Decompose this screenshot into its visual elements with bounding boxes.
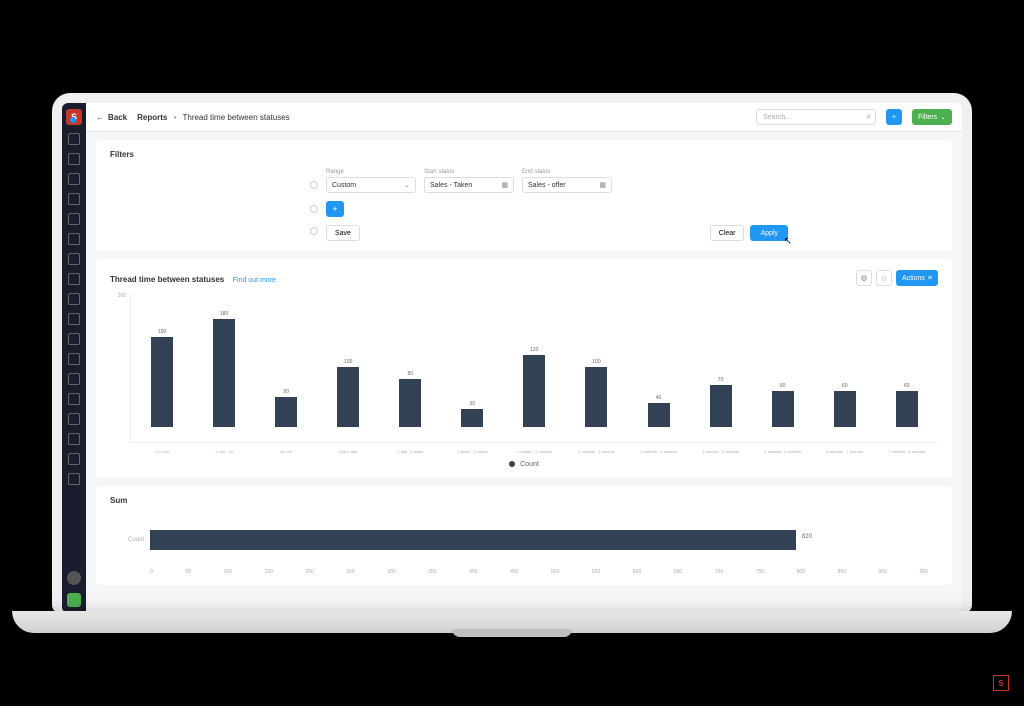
filters-panel: Filters Range Custom⌄ Start status [96, 140, 952, 251]
nav-icon-1[interactable] [68, 133, 80, 145]
sum-bar-track: 820 [150, 530, 938, 550]
nav-icon-18[interactable] [68, 473, 80, 485]
sum-bar [150, 530, 796, 550]
chevron-down-icon: ⌄ [404, 181, 410, 189]
bar-item: 607 months - 8 months [881, 383, 933, 427]
bar-item: 606 months - 7 months [818, 383, 870, 427]
arrow-left-icon: ← [96, 113, 104, 122]
y-axis: 200 [110, 293, 130, 443]
chevron-down-icon: ⌄ [940, 113, 946, 121]
search-icon: ⌕ [867, 112, 871, 122]
nav-icon-14[interactable] [68, 393, 80, 405]
bar-item: 704 months - 5 months [694, 377, 746, 427]
legend-label: Count [520, 461, 539, 468]
range-select[interactable]: Custom⌄ [326, 177, 416, 193]
sum-title: Sum [110, 496, 938, 505]
brand-logo-icon: S [993, 675, 1009, 691]
bar-item: 605 months - 6 months [756, 383, 808, 427]
filters-button[interactable]: Filters ⌄ [912, 109, 952, 125]
bar-item: 1201 month - 2 months [508, 347, 560, 427]
nav-icon-7[interactable] [68, 253, 80, 265]
menu-icon: ≡ [928, 275, 932, 282]
nav-icon-6[interactable] [68, 233, 80, 245]
end-status-label: End status [522, 169, 612, 175]
nav-icon-15[interactable] [68, 413, 80, 425]
chart-title: Thread time between statuses [110, 275, 224, 284]
back-button[interactable]: ← Back [96, 113, 127, 122]
add-filter-button[interactable]: + [326, 201, 344, 217]
user-avatar[interactable] [67, 571, 81, 585]
nav-icon-8[interactable] [68, 273, 80, 285]
legend-dot [509, 461, 515, 467]
sum-value: 820 [802, 534, 812, 540]
actions-button[interactable]: Actions≡ [896, 270, 938, 286]
bar-item: 1801 min - 1h [198, 311, 250, 427]
topbar: ← Back Reports • Thread time between sta… [86, 103, 962, 132]
nav-icon-2[interactable] [68, 153, 80, 165]
breadcrumb-current: Thread time between statuses [182, 113, 289, 122]
main-content: ← Back Reports • Thread time between sta… [86, 103, 962, 613]
filters-title: Filters [110, 150, 938, 159]
nav-icon-5[interactable] [68, 213, 80, 225]
help-icon[interactable] [67, 593, 81, 607]
nav-icon-11[interactable] [68, 333, 80, 345]
start-status-select[interactable]: Sales - Taken▦ [424, 177, 514, 193]
apply-button[interactable]: Apply ↖ [750, 225, 788, 241]
nav-icon-13[interactable] [68, 373, 80, 385]
sidebar: S [62, 103, 86, 613]
bar-item: 1500-1 min [136, 329, 188, 427]
settings-icon[interactable]: ⚙ [856, 270, 872, 286]
nav-icon-12[interactable] [68, 353, 80, 365]
laptop-notch [452, 629, 572, 637]
notification-dot [70, 117, 76, 123]
sum-panel: Sum Count 820 05010015020025030035040045… [96, 486, 952, 585]
clear-button[interactable]: Clear [710, 225, 745, 241]
nav-icon-17[interactable] [68, 453, 80, 465]
save-button[interactable]: Save [326, 225, 360, 241]
calendar-icon: ▦ [501, 181, 508, 189]
breadcrumb-root[interactable]: Reports [137, 113, 167, 122]
search-input[interactable]: Search... ⌕ [756, 109, 876, 125]
breadcrumb: Reports • Thread time between statuses [137, 113, 290, 122]
nav-icon-4[interactable] [68, 193, 80, 205]
content-area: Filters Range Custom⌄ Start status [86, 132, 962, 613]
nav-icon-3[interactable] [68, 173, 80, 185]
bar-item: 301 week - 1 month [446, 401, 498, 427]
find-out-more-link[interactable]: Find out more [233, 277, 276, 284]
nav-icon-10[interactable] [68, 313, 80, 325]
chart-bars: 1500-1 min1801 min - 1h 501h-12h 10012h-1 … [130, 293, 938, 443]
step-dot [310, 227, 318, 235]
add-button[interactable]: + [886, 109, 902, 125]
step-dot [310, 181, 318, 189]
bar-item: 403 months - 4 months [632, 395, 684, 427]
cursor-icon: ↖ [784, 236, 792, 247]
step-dot [310, 205, 318, 213]
sum-x-axis: 0501001502002503003504004505005506006507… [110, 569, 938, 575]
sum-label: Count [110, 537, 150, 543]
nav-icon-9[interactable] [68, 293, 80, 305]
bar-item: 1002 months - 3 months [570, 359, 622, 427]
screen: S ← [62, 103, 962, 613]
chart-panel: Thread time between statuses Find out mo… [96, 259, 952, 478]
nav-icon-16[interactable] [68, 433, 80, 445]
bar-chart: 200 1500-1 min1801 min - 1h 501h-12h 10012… [110, 293, 938, 443]
bar-item: 10012h-1 day [322, 359, 374, 427]
search-placeholder: Search... [763, 114, 791, 121]
bar-item: 501h-12h [260, 389, 312, 427]
start-status-label: Start status [424, 169, 514, 175]
chart-legend: Count [110, 461, 938, 468]
range-label: Range [326, 169, 416, 175]
bar-item: 801 day - 1 week [384, 371, 436, 427]
laptop-base [12, 611, 1012, 633]
calendar-icon: ▦ [599, 181, 606, 189]
star-icon[interactable]: ☆ [876, 270, 892, 286]
laptop-frame: S ← [52, 93, 972, 613]
end-status-select[interactable]: Sales - offer▦ [522, 177, 612, 193]
back-label: Back [108, 113, 127, 122]
